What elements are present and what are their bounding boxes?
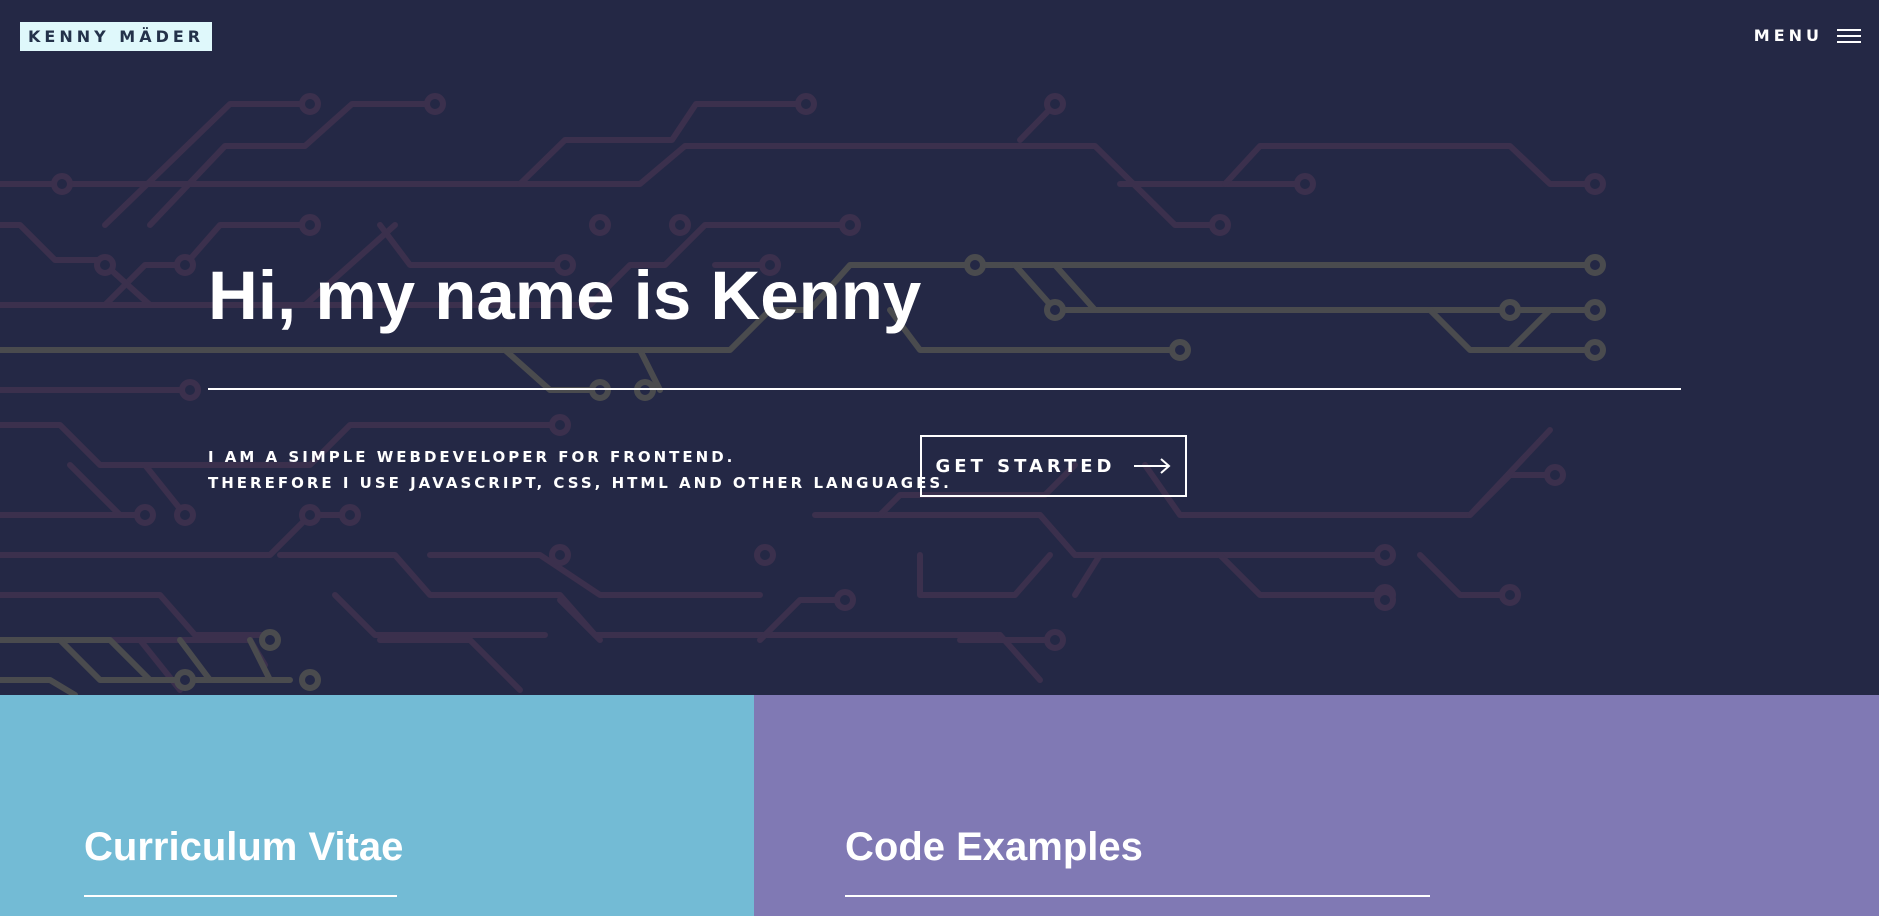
arrow-right-icon xyxy=(1134,458,1172,474)
intro-line-1: I AM A SIMPLE WEBDEVELOPER FOR FRONTEND. xyxy=(208,448,736,466)
intro-line-2: THEREFORE I USE JAVASCRIPT, CSS, HTML AN… xyxy=(208,474,952,492)
code-examples-card[interactable]: Code Examples xyxy=(754,695,1879,916)
site-logo[interactable]: KENNY MÄDER xyxy=(20,22,213,51)
menu-label: MENU xyxy=(1753,26,1823,45)
code-examples-rule xyxy=(845,895,1430,897)
hero-divider xyxy=(208,388,1681,390)
hero-headline: Hi, my name is Kenny xyxy=(208,257,922,334)
code-examples-title: Code Examples xyxy=(845,825,1143,869)
curriculum-vitae-title: Curriculum Vitae xyxy=(84,825,404,869)
menu-button[interactable]: MENU xyxy=(1754,26,1861,45)
get-started-label: GET STARTED xyxy=(935,455,1116,477)
get-started-button[interactable]: GET STARTED xyxy=(920,435,1187,497)
hero-intro: I AM A SIMPLE WEBDEVELOPER FOR FRONTEND.… xyxy=(208,444,952,496)
curriculum-vitae-rule xyxy=(84,895,397,897)
circuit-background xyxy=(0,93,1606,695)
hamburger-icon xyxy=(1837,28,1861,43)
curriculum-vitae-card[interactable]: Curriculum Vitae xyxy=(0,695,754,916)
hero-section: KENNY MÄDER MENU Hi, my name is Kenny I … xyxy=(0,0,1879,695)
